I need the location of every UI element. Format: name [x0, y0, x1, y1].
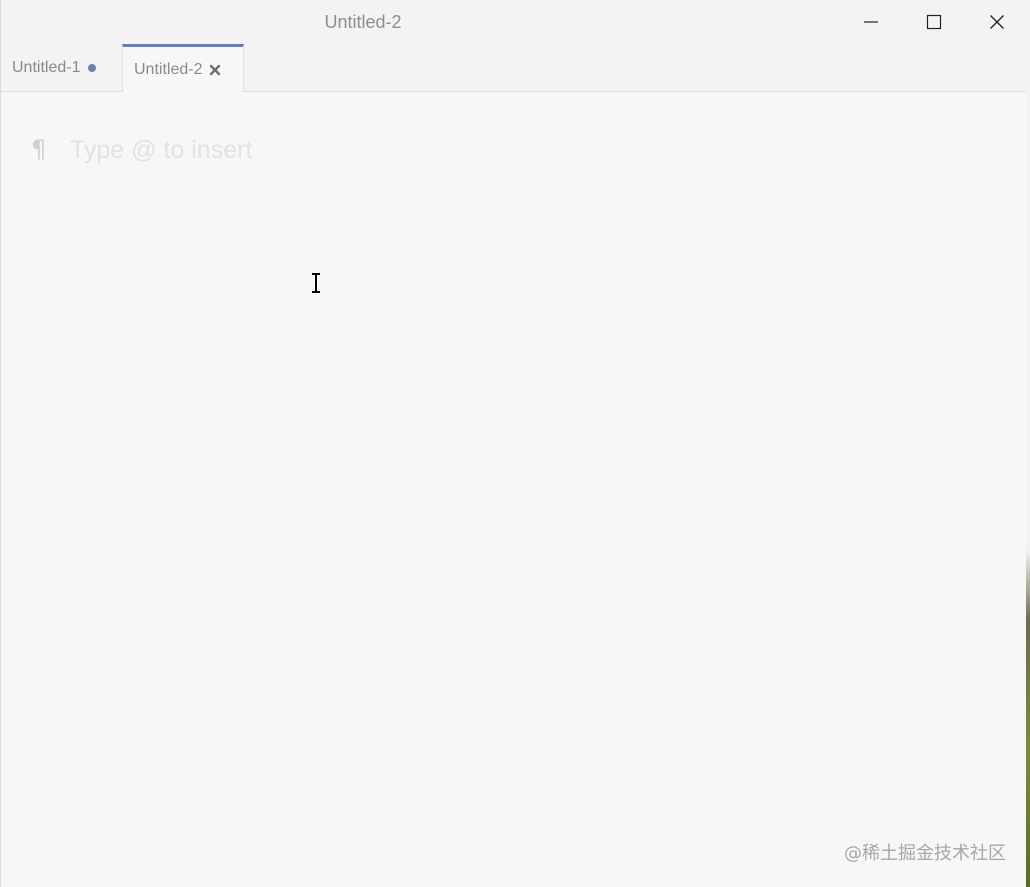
- tab-untitled-1[interactable]: Untitled-1: [1, 44, 122, 91]
- close-window-button[interactable]: [965, 0, 1026, 44]
- maximize-button[interactable]: [902, 0, 965, 44]
- minimize-icon: [863, 21, 878, 23]
- tab-label: Untitled-2: [134, 60, 203, 78]
- paragraph-icon[interactable]: ¶: [31, 135, 46, 163]
- tab-bar: Untitled-1 Untitled-2: [1, 44, 1026, 92]
- watermark: @稀土掘金技术社区: [844, 843, 1006, 864]
- minimize-button[interactable]: [839, 0, 902, 44]
- window-title: Untitled-2: [324, 12, 402, 32]
- editor-area[interactable]: ¶ Type @ to insert @稀土掘金技术社区: [1, 92, 1026, 887]
- close-icon: [989, 15, 1004, 29]
- background-window-edge: [1026, 0, 1030, 887]
- modified-dot-icon: [88, 63, 97, 72]
- editor-placeholder: Type @ to insert: [70, 136, 253, 164]
- x-icon: [210, 64, 221, 75]
- title-bar[interactable]: Untitled-2: [1, 0, 1026, 44]
- tab-close-button[interactable]: [209, 64, 221, 76]
- tab-untitled-2[interactable]: Untitled-2: [122, 44, 244, 92]
- maximize-icon: [926, 14, 941, 30]
- text-cursor-icon: [312, 272, 320, 294]
- app-window: Untitled-2 Untitled-1 Untitled-2 ¶ Type …: [0, 0, 1026, 887]
- tab-label: Untitled-1: [12, 58, 81, 76]
